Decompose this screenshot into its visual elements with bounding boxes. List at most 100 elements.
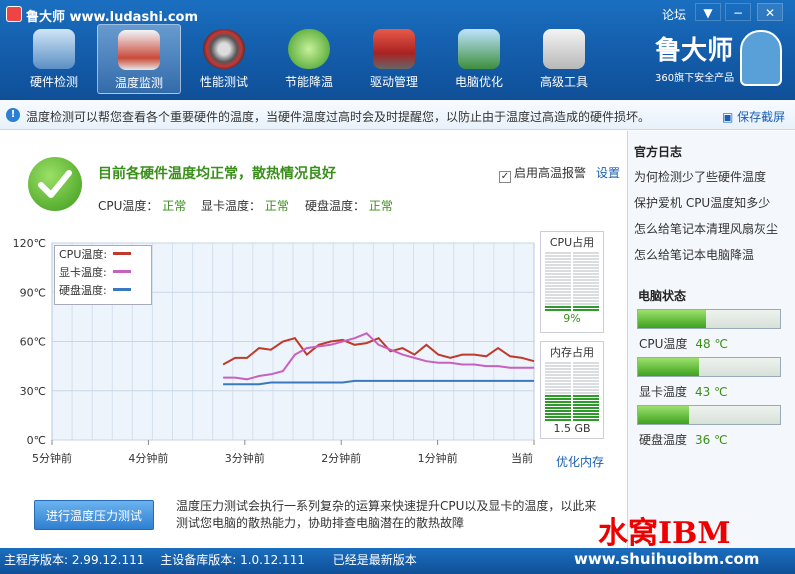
- legend-cpu: CPU温度:: [55, 246, 151, 264]
- close-button[interactable]: ✕: [757, 3, 783, 21]
- meter-segment: [545, 389, 571, 391]
- tool-label: 性能测试: [199, 75, 248, 89]
- meter-segment: [573, 255, 599, 257]
- status-title: 目前各硬件温度均正常，散热情况良好: [98, 166, 336, 182]
- disk-temp-bar-fill: [638, 406, 690, 424]
- tool-performance-test[interactable]: 性能测试: [182, 24, 266, 94]
- meter-segment: [545, 306, 571, 308]
- legend-cpu-swatch: [113, 252, 132, 255]
- memory-usage-title: 内存占用: [550, 346, 594, 359]
- meter-segment: [545, 365, 571, 367]
- tool-label: 硬件检测: [29, 75, 78, 89]
- meter-segment: [573, 410, 599, 412]
- legend-disk-label: 硬盘温度:: [59, 284, 107, 297]
- clover-icon: [288, 29, 330, 69]
- menu-dropdown-icon[interactable]: ▼: [695, 3, 721, 21]
- disk-status-label: 硬盘温度：: [305, 199, 366, 213]
- toolcase-icon: [543, 29, 585, 69]
- meter-segment: [573, 285, 599, 287]
- meter-segment: [545, 419, 571, 421]
- meter-segment: [545, 407, 571, 409]
- meter-segment: [545, 273, 571, 275]
- main-version: 主程序版本: 2.99.12.111: [4, 553, 145, 567]
- tool-label: 电脑优化: [454, 75, 503, 89]
- meter-segment: [545, 377, 571, 379]
- meter-segment: [545, 288, 571, 290]
- app-logo-icon: [6, 6, 22, 22]
- forum-link[interactable]: 论坛: [662, 6, 686, 23]
- disk-status-value: 正常: [368, 199, 393, 213]
- meter-segment: [545, 255, 571, 257]
- chart-legend: CPU温度: 显卡温度: 硬盘温度:: [54, 245, 152, 305]
- meter-segment: [545, 410, 571, 412]
- meter-segment: [545, 276, 571, 278]
- meter-segment: [573, 365, 599, 367]
- temperature-panel: 目前各硬件温度均正常，散热情况良好 CPU温度： 正常 显卡温度： 正常 硬盘温…: [0, 131, 626, 548]
- stress-test-description: 温度压力测试会执行一系列复杂的运算来快速提升CPU以及显卡的温度，以此来测试您电…: [176, 499, 597, 530]
- app-title: 鲁大师 www.ludashi.com: [26, 10, 199, 25]
- x-tick-label: 2分钟前: [321, 451, 361, 465]
- meter-segment: [545, 368, 571, 370]
- meter-segment: [573, 380, 599, 382]
- tool-label: 温度监测: [114, 76, 163, 90]
- settings-link[interactable]: 设置: [596, 164, 620, 181]
- legend-cpu-label: CPU温度:: [59, 248, 108, 261]
- meter-segment: [573, 306, 599, 308]
- meter-segment: [545, 309, 571, 311]
- meter-segment: [545, 383, 571, 385]
- tool-temperature-monitor[interactable]: 温度监测: [97, 24, 181, 94]
- meter-segment: [573, 395, 599, 397]
- meter-segment: [545, 258, 571, 260]
- official-log-title: 官方日志: [634, 145, 683, 159]
- info-text: 温度检测可以帮您查看各个重要硬件的温度，当硬件温度过高时会及时提醒您，以防止由于…: [26, 110, 651, 124]
- tool-hardware-detect[interactable]: 硬件检测: [12, 24, 96, 94]
- meter-segment: [573, 252, 599, 254]
- meter-segment: [573, 276, 599, 278]
- tool-driver-management[interactable]: 驱动管理: [352, 24, 436, 94]
- mascot-icon: [740, 30, 782, 86]
- tool-pc-optimize[interactable]: 电脑优化: [437, 24, 521, 94]
- meter-segment: [545, 282, 571, 284]
- meter-segment: [545, 413, 571, 415]
- gpu-status-value: 正常: [264, 199, 289, 213]
- memory-usage-value: 1.5 GB: [553, 422, 591, 435]
- x-tick-label: 4分钟前: [128, 451, 168, 465]
- disk-temp-bar: [637, 405, 781, 425]
- tool-advanced[interactable]: 高级工具: [522, 24, 606, 94]
- cpu-temp-bar: [637, 309, 781, 329]
- disk-temp-label: 硬盘温度: [639, 433, 688, 447]
- cpu-status-value: 正常: [162, 199, 187, 213]
- cpu-usage-title: CPU占用: [549, 236, 595, 249]
- optimize-memory-link[interactable]: 优化内存: [556, 453, 604, 470]
- minimize-button[interactable]: −: [725, 3, 751, 21]
- toolbox-icon: [373, 29, 415, 69]
- meter-segment: [573, 267, 599, 269]
- meter-segment: [573, 300, 599, 302]
- log-link[interactable]: 为何检测少了些硬件温度: [628, 164, 795, 190]
- meter-segment: [573, 401, 599, 403]
- cpu-usage-value: 9%: [563, 312, 581, 325]
- save-screenshot-label: 保存截屏: [737, 110, 786, 124]
- meter-segment: [573, 261, 599, 263]
- log-link[interactable]: 保护爱机 CPU温度知多少: [628, 190, 795, 216]
- x-tick-label: 1分钟前: [418, 451, 458, 465]
- tool-energy-saving[interactable]: 节能降温: [267, 24, 351, 94]
- main-toolbar: 硬件检测 温度监测 性能测试 节能降温 驱动管理 电脑优化 高级工具: [12, 24, 607, 96]
- save-screenshot-link[interactable]: ▣ 保存截屏: [722, 108, 785, 125]
- stress-test-button[interactable]: 进行温度压力测试: [34, 500, 154, 530]
- memory-usage-meter: 内存占用 1.5 GB: [540, 341, 604, 439]
- high-temp-alarm-checkbox[interactable]: ✓ 启用高温报警: [499, 164, 586, 183]
- x-tick-label: 5分钟前: [32, 451, 72, 465]
- monitor-magnifier-icon: [33, 29, 75, 69]
- tool-label: 高级工具: [539, 75, 588, 89]
- meter-segment: [573, 371, 599, 373]
- meter-segment: [573, 374, 599, 376]
- meter-segment: [545, 267, 571, 269]
- log-link[interactable]: 怎么给笔记本清理风扇灰尘: [628, 216, 795, 242]
- meter-segment: [545, 270, 571, 272]
- log-link[interactable]: 怎么给笔记本电脑降温: [628, 242, 795, 268]
- cpu-temp-row: CPU温度 48 ℃: [639, 335, 728, 352]
- watermark-url: www.shuihuoibm.com: [574, 550, 760, 568]
- y-tick-label: 0℃: [27, 434, 46, 447]
- meter-segment: [573, 309, 599, 311]
